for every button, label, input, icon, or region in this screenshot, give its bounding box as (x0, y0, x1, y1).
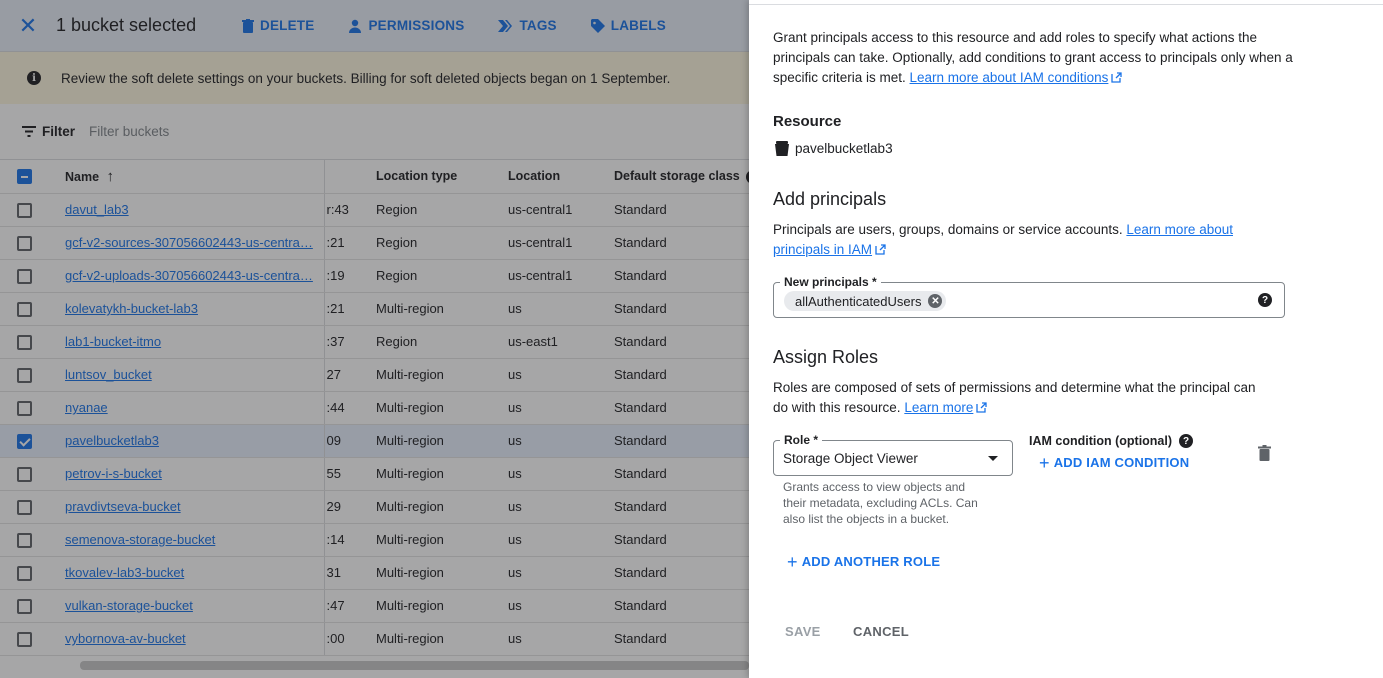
external-link-icon (875, 244, 886, 255)
bucket-icon (775, 141, 789, 156)
cancel-button[interactable]: CANCEL (853, 624, 909, 639)
help-icon[interactable]: ? (1258, 293, 1272, 307)
modal-scrim[interactable] (0, 0, 749, 678)
add-iam-condition-button[interactable]: + ADD IAM CONDITION (1039, 452, 1190, 473)
add-another-role-label: ADD ANOTHER ROLE (801, 554, 941, 569)
resource-heading: Resource (773, 113, 842, 130)
help-icon[interactable]: ? (1179, 434, 1194, 448)
bucket-list-page: ✕ 1 bucket selected DELETE PERMISSIONS T… (0, 0, 749, 678)
resource-row: pavelbucketlab3 (775, 141, 893, 156)
roles-learn-more-link[interactable]: Learn more (904, 400, 973, 415)
plus-icon: + (787, 551, 798, 572)
iam-condition-label: IAM condition (optional) (1029, 434, 1173, 448)
role-label: Role * (780, 433, 823, 447)
add-principals-heading: Add principals (773, 189, 887, 209)
iam-condition-title: IAM condition (optional) ? (1029, 434, 1194, 448)
iam-conditions-link[interactable]: Learn more about IAM conditions (910, 70, 1109, 85)
new-principals-label: New principals * (780, 275, 881, 289)
add-another-role-button[interactable]: + ADD ANOTHER ROLE (787, 551, 941, 572)
add-principals-text: Principals are users, groups, domains or… (773, 220, 1283, 260)
grant-access-panel: Grant principals access to this resource… (749, 0, 1383, 678)
role-value: Storage Object Viewer (783, 451, 918, 466)
assign-roles-text: Roles are composed of sets of permission… (773, 378, 1273, 418)
add-principals-description: Principals are users, groups, domains or… (773, 222, 1127, 237)
assign-roles-description: Roles are composed of sets of permission… (773, 380, 1256, 415)
assign-roles-heading: Assign Roles (773, 347, 879, 367)
resource-name: pavelbucketlab3 (795, 141, 893, 156)
delete-role-icon[interactable] (1258, 445, 1271, 461)
dropdown-arrow-icon (988, 456, 998, 461)
new-principals-field[interactable]: New principals * allAuthenticatedUsers ✕… (773, 275, 1285, 318)
intro-text: Grant principals access to this resource… (773, 28, 1293, 88)
plus-icon: + (1039, 452, 1050, 473)
principal-chip: allAuthenticatedUsers ✕ (784, 291, 947, 311)
role-description: Grants access to view objects and their … (783, 480, 978, 526)
remove-chip-icon[interactable]: ✕ (928, 294, 943, 308)
add-iam-condition-label: ADD IAM CONDITION (1053, 455, 1190, 470)
external-link-icon (976, 402, 988, 413)
principal-chip-label: allAuthenticatedUsers (795, 293, 922, 309)
save-button[interactable]: SAVE (785, 624, 821, 639)
external-link-icon (1111, 72, 1123, 83)
role-select[interactable]: Role * Storage Object Viewer (773, 433, 1013, 476)
